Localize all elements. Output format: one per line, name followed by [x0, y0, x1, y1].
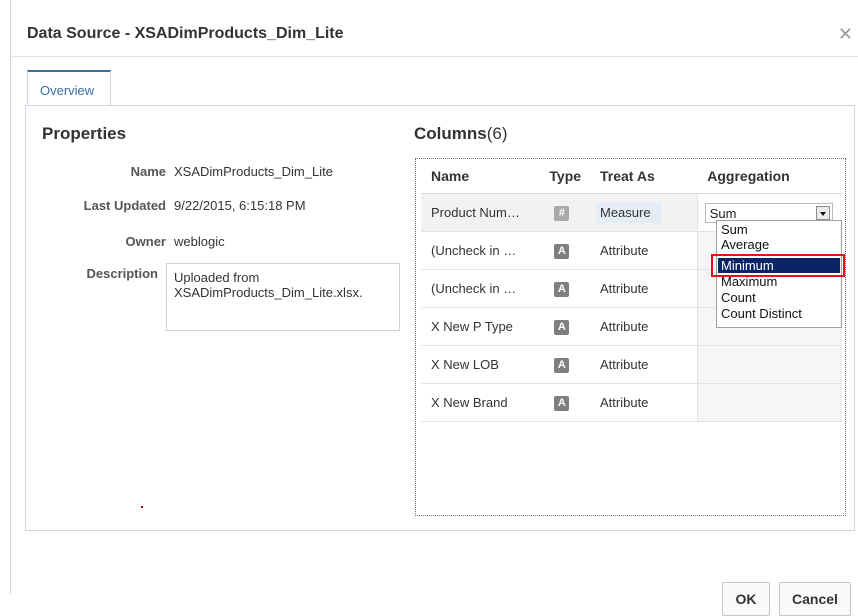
cell-type: #: [539, 193, 590, 232]
column-header-aggregation: Aggregation: [697, 159, 842, 194]
cell-treat-as[interactable]: Measure: [590, 193, 698, 232]
column-header-treat-as: Treat As: [590, 159, 698, 194]
treat-as-value: Measure: [596, 202, 661, 223]
table-header-row: Name Type Treat As Aggregation: [421, 159, 842, 194]
attribute-type-icon: A: [554, 282, 570, 297]
minimum-highlight-box: [711, 254, 845, 277]
cell-type: A: [539, 269, 590, 308]
cancel-button[interactable]: Cancel: [779, 582, 851, 616]
properties-heading: Properties: [42, 124, 127, 143]
last-updated-value: 9/22/2015, 6:15:18 PM: [174, 198, 306, 213]
cell-type: A: [539, 231, 590, 270]
number-type-icon: #: [554, 206, 570, 221]
dropdown-option-count[interactable]: Count: [718, 290, 840, 305]
cell-treat-as[interactable]: Attribute: [590, 307, 698, 346]
description-line-2: XSADimProducts_Dim_Lite.xlsx.: [174, 285, 363, 300]
table-row[interactable]: X New Brand A Attribute: [421, 383, 842, 422]
cell-name: (Uncheck in …: [421, 231, 540, 270]
description-field[interactable]: Uploaded from XSADimProducts_Dim_Lite.xl…: [166, 263, 400, 331]
column-header-type: Type: [539, 159, 590, 194]
columns-heading: Columns(6): [414, 124, 508, 144]
dropdown-option-average[interactable]: Average: [718, 237, 840, 252]
ok-button[interactable]: OK: [722, 582, 770, 616]
data-source-dialog: Data Source - XSADimProducts_Dim_Lite ✕ …: [10, 0, 858, 616]
cell-aggregation: [696, 383, 842, 422]
columns-heading-label: Columns: [414, 124, 487, 143]
owner-value: weblogic: [174, 234, 225, 249]
columns-count: (6): [486, 124, 508, 143]
attribute-type-icon: A: [554, 320, 570, 335]
close-icon[interactable]: ✕: [838, 24, 853, 45]
cell-name: X New LOB: [421, 345, 540, 384]
tab-overview[interactable]: Overview: [27, 70, 111, 105]
cell-treat-as[interactable]: Attribute: [590, 269, 698, 308]
chevron-down-icon[interactable]: [815, 205, 830, 220]
tab-overview-label: Overview: [40, 83, 95, 98]
dialog-header: Data Source - XSADimProducts_Dim_Lite ✕: [11, 12, 858, 57]
columns-table-container: Name Type Treat As Aggregation Product N…: [415, 158, 846, 516]
cell-name: X New P Type: [421, 307, 540, 346]
dropdown-option-sum[interactable]: Sum: [718, 222, 840, 237]
cell-aggregation: [696, 345, 842, 384]
description-line-1: Uploaded from: [174, 270, 260, 285]
last-updated-label: Last Updated: [83, 198, 166, 213]
cell-name: Product Num…: [421, 193, 540, 232]
cell-treat-as[interactable]: Attribute: [590, 383, 698, 422]
attribute-type-icon: A: [554, 396, 570, 411]
name-label: Name: [130, 164, 166, 179]
dialog-title: Data Source - XSADimProducts_Dim_Lite: [27, 25, 344, 42]
cell-name: X New Brand: [421, 383, 540, 422]
column-header-name: Name: [421, 159, 540, 194]
owner-label: Owner: [125, 234, 166, 249]
cell-treat-as[interactable]: Attribute: [590, 345, 698, 384]
aggregation-select-value: Sum: [709, 205, 737, 221]
cell-type: A: [539, 345, 590, 384]
attribute-type-icon: A: [554, 244, 570, 259]
dropdown-option-count-distinct[interactable]: Count Distinct: [718, 306, 840, 321]
cell-type: A: [539, 307, 590, 346]
cell-type: A: [539, 383, 590, 422]
red-dot-marker: [141, 506, 143, 508]
name-value: XSADimProducts_Dim_Lite: [174, 164, 333, 179]
attribute-type-icon: A: [554, 358, 570, 373]
description-label: Description: [86, 266, 158, 281]
table-row[interactable]: X New LOB A Attribute: [421, 345, 842, 384]
cell-name: (Uncheck in …: [421, 269, 540, 308]
cell-treat-as[interactable]: Attribute: [590, 231, 698, 270]
